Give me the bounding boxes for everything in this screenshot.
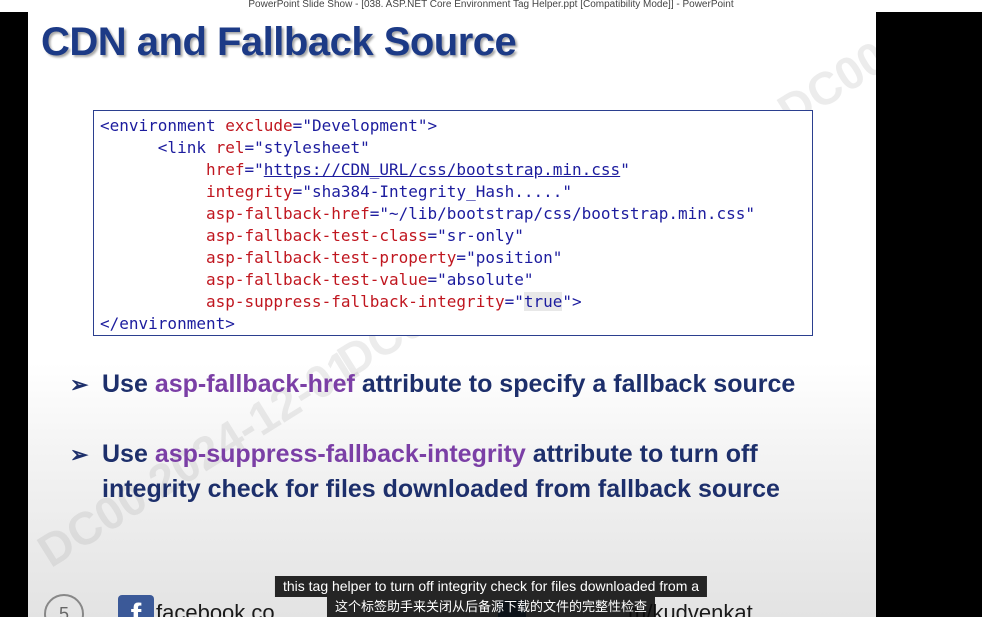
code-eq: = — [292, 116, 303, 135]
code-value: "Development" — [302, 116, 428, 135]
code-value: "absolute" — [437, 270, 534, 289]
code-attr: asp-fallback-test-property — [205, 248, 457, 267]
code-eq: = — [456, 248, 467, 267]
code-eq: = — [427, 270, 438, 289]
slide-title: CDN and Fallback Source — [41, 20, 517, 64]
code-tag: </environment> — [100, 314, 235, 333]
bullet-text-line2: integrity check for files downloaded fro… — [102, 475, 780, 503]
code-value: "stylesheet" — [254, 138, 370, 157]
slide[interactable]: DC00 2024-12-01 DC00 2024-12-01 DC00 202… — [28, 12, 876, 617]
bullet-suppress-integrity: ➢ Use asp-suppress-fallback-integrity att… — [70, 437, 780, 507]
code-eq: = — [369, 204, 380, 223]
code-attr: asp-fallback-test-class — [205, 226, 428, 245]
subtitle-english: this tag helper to turn off integrity ch… — [274, 576, 708, 597]
bullet-text: Use — [102, 370, 155, 398]
arrow-bullet-icon: ➢ — [70, 442, 89, 467]
bullet-highlight: asp-suppress-fallback-integrity — [154, 440, 526, 468]
window-title: PowerPoint Slide Show - [038. ASP.NET Co… — [248, 0, 734, 10]
code-value: "sha384-Integrity_Hash....." — [302, 182, 573, 201]
code-eq: = — [292, 182, 303, 201]
code-attr: asp-suppress-fallback-integrity — [205, 292, 505, 311]
code-eq: =" — [244, 160, 264, 179]
bullet-fallback-href: ➢ Use asp-fallback-href attribute to spec… — [70, 367, 795, 402]
code-attr: rel — [215, 138, 245, 157]
slide-number: 5 — [44, 594, 84, 617]
right-letterbox — [876, 12, 982, 617]
bullet-highlight: asp-fallback-href — [154, 370, 355, 398]
code-value: "sr-only" — [437, 226, 524, 245]
bullet-text: attribute to specify a fallback source — [354, 370, 796, 398]
code-value: "~/lib/bootstrap/css/bootstrap.min.css" — [379, 204, 756, 223]
window-title-bar: PowerPoint Slide Show - [038. ASP.NET Co… — [0, 0, 982, 12]
code-eq: =" — [504, 292, 524, 311]
code-text: <environment exclude="Development"> <lin… — [94, 111, 812, 335]
code-eq: = — [427, 226, 438, 245]
code-eq: = — [244, 138, 255, 157]
code-tag: > — [427, 116, 438, 135]
code-attr: asp-fallback-test-value — [205, 270, 428, 289]
left-letterbox — [0, 12, 28, 617]
code-value: "position" — [466, 248, 563, 267]
code-eq: " — [620, 160, 630, 179]
code-eq: "> — [562, 292, 582, 311]
code-value: true — [523, 292, 563, 311]
code-attr: asp-fallback-href — [205, 204, 370, 223]
footer-facebook: facebook.co — [156, 600, 275, 617]
code-attr: exclude — [225, 116, 293, 135]
code-link[interactable]: https://CDN_URL/css/bootstrap.min.css — [264, 160, 620, 179]
bullet-text: attribute to turn off — [525, 440, 758, 468]
code-attr: href — [205, 160, 245, 179]
subtitle-chinese: 这个标签助手来关闭从后备源下载的文件的完整性检查 — [326, 597, 656, 617]
code-attr: integrity — [205, 182, 293, 201]
code-tag: <environment — [100, 116, 226, 135]
code-block: <environment exclude="Development"> <lin… — [93, 110, 813, 336]
code-tag: <link — [157, 138, 216, 157]
arrow-bullet-icon: ➢ — [70, 372, 89, 397]
facebook-icon: f — [118, 595, 154, 617]
bullet-text: Use — [102, 440, 155, 468]
